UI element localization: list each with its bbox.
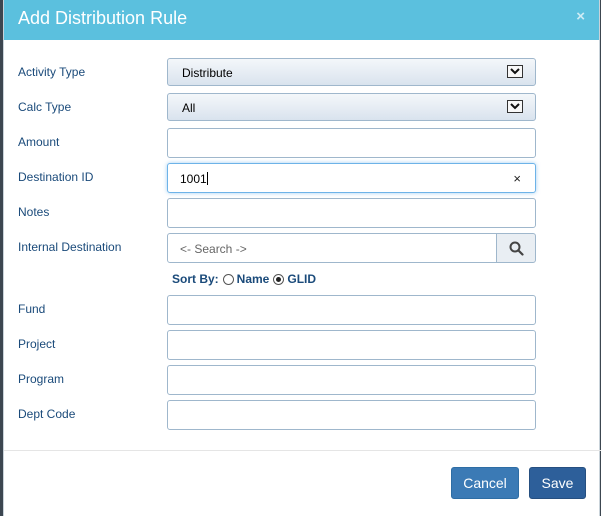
internal-destination-label: Internal Destination [18,240,122,254]
sort-by-name-radio[interactable] [222,273,234,285]
fund-row: Fund [4,295,601,325]
save-button[interactable]: Save [529,467,586,499]
activity-type-label: Activity Type [18,65,86,79]
destination-id-row: Destination ID 1001 × [4,163,601,193]
sort-by-label: Sort By: [172,272,219,286]
text-cursor [206,172,208,185]
search-button[interactable] [496,233,536,263]
amount-row: Amount [4,128,601,158]
dialog-title: Add Distribution Rule [18,8,188,28]
fund-label: Fund [18,302,46,316]
activity-type-select[interactable]: Distribute [167,58,536,86]
calc-type-row: Calc Type All [4,93,601,123]
search-icon [509,241,524,256]
internal-destination-search-input[interactable]: <- Search -> [167,233,497,263]
program-label: Program [18,372,65,386]
sort-by-name-label[interactable]: Name [237,272,270,286]
dept-code-label: Dept Code [18,407,76,421]
dialog-header: Add Distribution Rule × [4,0,599,40]
dept-code-field[interactable] [167,400,536,430]
notes-field[interactable] [167,198,536,228]
chevron-down-icon [507,100,523,113]
project-field[interactable] [167,330,536,360]
project-row: Project [4,330,601,360]
close-icon[interactable]: × [576,8,585,25]
calc-type-label: Calc Type [18,100,72,114]
destination-id-value: 1001 [180,172,207,186]
fund-field[interactable] [167,295,536,325]
notes-row: Notes [4,198,601,228]
internal-destination-row: Internal Destination <- Search -> [4,233,601,263]
sort-by-group: Sort By: Name GLID [172,272,316,286]
destination-id-field[interactable]: 1001 × [167,163,536,193]
sort-by-glid-radio[interactable] [273,273,285,285]
cancel-button[interactable]: Cancel [451,467,519,499]
footer-divider [4,450,601,451]
program-field[interactable] [167,365,536,395]
calc-type-value: All [182,101,196,115]
add-distribution-rule-dialog: Add Distribution Rule × Activity Type Di… [3,0,601,516]
amount-label: Amount [18,135,60,149]
dept-code-row: Dept Code [4,400,601,430]
project-label: Project [18,337,56,351]
destination-id-label: Destination ID [18,170,94,184]
clear-icon[interactable]: × [513,171,521,186]
program-row: Program [4,365,601,395]
notes-label: Notes [18,205,50,219]
activity-type-row: Activity Type Distribute [4,58,601,88]
calc-type-select[interactable]: All [167,93,536,121]
amount-field[interactable] [167,128,536,158]
internal-destination-search-group: <- Search -> [167,233,536,263]
sort-by-glid-label[interactable]: GLID [287,272,316,286]
chevron-down-icon [507,65,523,78]
activity-type-value: Distribute [182,66,233,80]
